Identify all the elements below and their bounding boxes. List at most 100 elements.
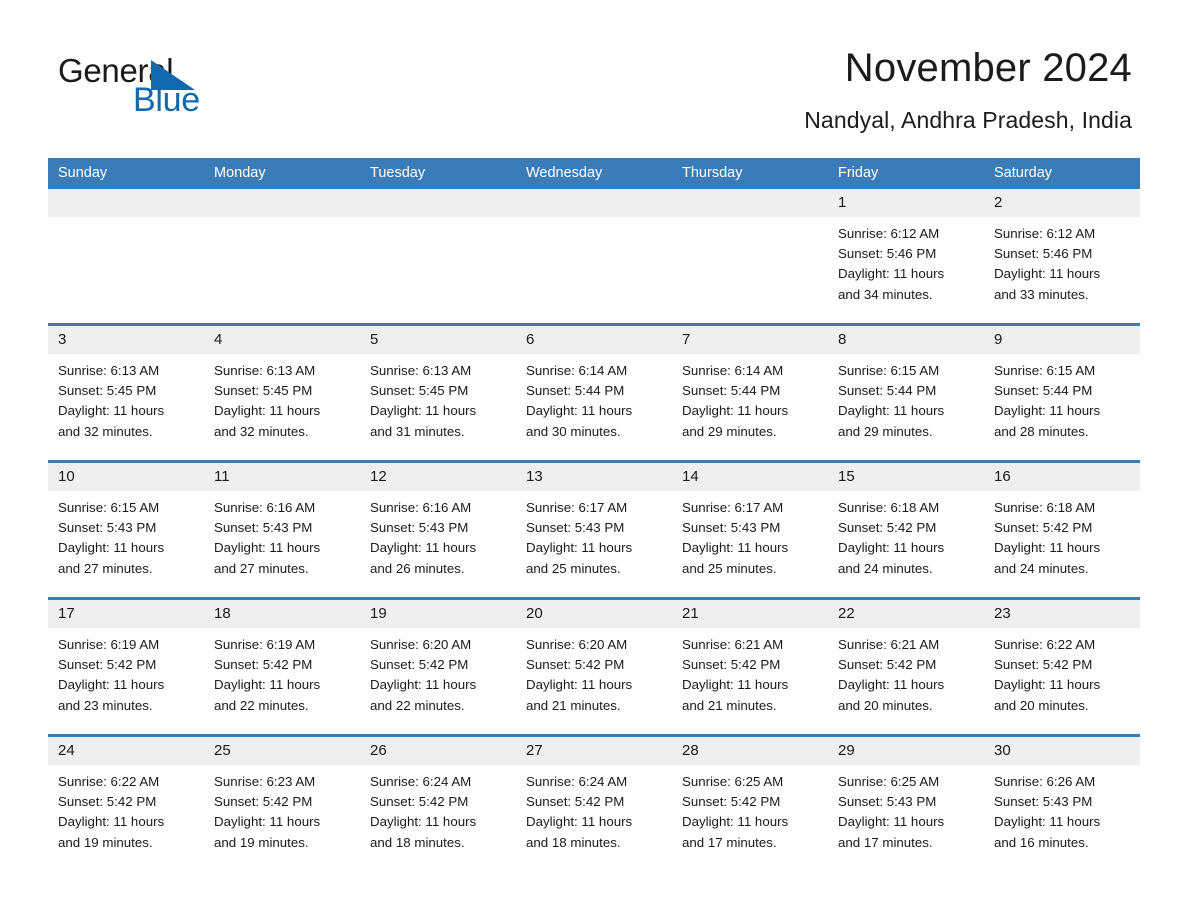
daylight-text: and 17 minutes. [838, 834, 933, 850]
day-details: Sunrise: 6:21 AM Sunset: 5:42 PM Daylight:… [672, 628, 828, 716]
daylight-text: Daylight: 11 hours [682, 540, 789, 556]
sunrise-text: Sunrise: 6:17 AM [526, 500, 628, 515]
daylight-text: Daylight: 11 hours [682, 677, 789, 693]
calendar-day-cell[interactable]: 13 Sunrise: 6:17 AM Sunset: 5:43 PM Dayligh… [516, 463, 672, 597]
day-number: 1 [828, 189, 984, 217]
calendar-day-cell[interactable]: 6 Sunrise: 6:14 AM Sunset: 5:44 PM Daylight… [516, 326, 672, 460]
calendar-day-cell[interactable]: 8 Sunrise: 6:15 AM Sunset: 5:44 PM Daylight… [828, 326, 984, 460]
calendar-day-cell[interactable]: 9 Sunrise: 6:15 AM Sunset: 5:44 PM Daylight… [984, 326, 1140, 460]
daylight-text: and 19 minutes. [58, 834, 153, 850]
day-details: Sunrise: 6:22 AM Sunset: 5:42 PM Daylight:… [48, 765, 204, 853]
daylight-text: Daylight: 11 hours [58, 677, 165, 693]
daylight-text: Daylight: 11 hours [682, 403, 789, 419]
calendar-grid: Sunday Monday Tuesday Wednesday Thursday Frid… [48, 158, 1140, 871]
generalblue-logo[interactable]: General Blue [58, 52, 278, 120]
calendar-day-cell[interactable]: 3 Sunrise: 6:13 AM Sunset: 5:45 PM Daylight… [48, 326, 204, 460]
day-details: Sunrise: 6:13 AM Sunset: 5:45 PM Daylight:… [204, 354, 360, 442]
daylight-text: Daylight: 11 hours [838, 677, 945, 693]
calendar-day-cell[interactable]: 15 Sunrise: 6:18 AM Sunset: 5:42 PM Dayligh… [828, 463, 984, 597]
calendar-week-row: 24 Sunrise: 6:22 AM Sunset: 5:42 PM Dayligh… [48, 734, 1140, 871]
weekday-header-monday: Monday [214, 165, 266, 181]
calendar-day-cell[interactable]: 23 Sunrise: 6:22 AM Sunset: 5:42 PM Dayligh… [984, 600, 1140, 734]
calendar-day-cell[interactable]: 25 Sunrise: 6:23 AM Sunset: 5:42 PM Dayligh… [204, 737, 360, 871]
day-number: 12 [360, 463, 516, 491]
calendar-day-cell[interactable]: 7 Sunrise: 6:14 AM Sunset: 5:44 PM Daylight… [672, 326, 828, 460]
sunset-text: Sunset: 5:44 PM [994, 383, 1093, 399]
day-number: 18 [204, 600, 360, 628]
calendar-day-cell[interactable]: 2 Sunrise: 6:12 AM Sunset: 5:46 PM Daylight… [984, 189, 1140, 323]
daylight-text: Daylight: 11 hours [370, 540, 477, 556]
calendar-day-cell[interactable]: 10 Sunrise: 6:15 AM Sunset: 5:43 PM Dayligh… [48, 463, 204, 597]
calendar-weeks: 1 Sunrise: 6:12 AM Sunset: 5:46 PM Daylight… [48, 189, 1140, 871]
calendar-day-cell-empty [48, 189, 204, 323]
day-number: 10 [48, 463, 204, 491]
sunset-text: Sunset: 5:43 PM [214, 520, 313, 536]
calendar-day-cell[interactable]: 16 Sunrise: 6:18 AM Sunset: 5:42 PM Dayligh… [984, 463, 1140, 597]
logo-text-blue: Blue [133, 81, 200, 119]
calendar-day-cell[interactable]: 18 Sunrise: 6:19 AM Sunset: 5:42 PM Dayligh… [204, 600, 360, 734]
daylight-text: Daylight: 11 hours [526, 677, 633, 693]
day-details: Sunrise: 6:14 AM Sunset: 5:44 PM Daylight:… [672, 354, 828, 442]
daylight-text: Daylight: 11 hours [994, 677, 1101, 693]
daylight-text: and 21 minutes. [526, 697, 621, 713]
sunset-text: Sunset: 5:43 PM [370, 520, 469, 536]
sunset-text: Sunset: 5:42 PM [370, 657, 469, 673]
calendar-day-cell[interactable]: 17 Sunrise: 6:19 AM Sunset: 5:42 PM Dayligh… [48, 600, 204, 734]
daylight-text: Daylight: 11 hours [214, 814, 321, 830]
daylight-text: Daylight: 11 hours [838, 266, 945, 282]
day-number: 21 [672, 600, 828, 628]
calendar-day-cell[interactable]: 28 Sunrise: 6:25 AM Sunset: 5:42 PM Dayligh… [672, 737, 828, 871]
calendar-day-cell[interactable]: 26 Sunrise: 6:24 AM Sunset: 5:42 PM Dayligh… [360, 737, 516, 871]
day-number: 22 [828, 600, 984, 628]
daylight-text: Daylight: 11 hours [526, 403, 633, 419]
day-details [516, 217, 672, 224]
calendar-day-cell[interactable]: 14 Sunrise: 6:17 AM Sunset: 5:43 PM Dayligh… [672, 463, 828, 597]
daylight-text: and 19 minutes. [214, 834, 309, 850]
daylight-text: Daylight: 11 hours [58, 403, 165, 419]
daylight-text: and 25 minutes. [526, 560, 621, 576]
sunset-text: Sunset: 5:44 PM [682, 383, 781, 399]
day-number [360, 189, 516, 217]
sunrise-text: Sunrise: 6:19 AM [214, 637, 316, 652]
daylight-text: Daylight: 11 hours [214, 540, 321, 556]
calendar-week-row: 10 Sunrise: 6:15 AM Sunset: 5:43 PM Dayligh… [48, 460, 1140, 597]
sunrise-text: Sunrise: 6:13 AM [58, 363, 160, 378]
calendar-day-cell[interactable]: 4 Sunrise: 6:13 AM Sunset: 5:45 PM Daylight… [204, 326, 360, 460]
sunrise-text: Sunrise: 6:22 AM [58, 774, 160, 789]
daylight-text: and 31 minutes. [370, 423, 465, 439]
day-number: 25 [204, 737, 360, 765]
calendar-day-cell[interactable]: 21 Sunrise: 6:21 AM Sunset: 5:42 PM Dayligh… [672, 600, 828, 734]
calendar-day-cell[interactable]: 1 Sunrise: 6:12 AM Sunset: 5:46 PM Daylight… [828, 189, 984, 323]
sunrise-text: Sunrise: 6:18 AM [994, 500, 1096, 515]
day-number: 3 [48, 326, 204, 354]
calendar-week-row: 17 Sunrise: 6:19 AM Sunset: 5:42 PM Dayligh… [48, 597, 1140, 734]
day-number: 15 [828, 463, 984, 491]
sunrise-text: Sunrise: 6:17 AM [682, 500, 784, 515]
day-details: Sunrise: 6:15 AM Sunset: 5:43 PM Daylight:… [48, 491, 204, 579]
calendar-day-cell[interactable]: 30 Sunrise: 6:26 AM Sunset: 5:43 PM Dayligh… [984, 737, 1140, 871]
calendar-day-cell[interactable]: 5 Sunrise: 6:13 AM Sunset: 5:45 PM Daylight… [360, 326, 516, 460]
calendar-day-cell[interactable]: 29 Sunrise: 6:25 AM Sunset: 5:43 PM Dayligh… [828, 737, 984, 871]
sunset-text: Sunset: 5:42 PM [58, 794, 157, 810]
daylight-text: Daylight: 11 hours [994, 814, 1101, 830]
title-block: November 2024 Nandyal, Andhra Pradesh, I… [804, 44, 1132, 135]
sunset-text: Sunset: 5:42 PM [214, 794, 313, 810]
calendar-day-cell[interactable]: 11 Sunrise: 6:16 AM Sunset: 5:43 PM Dayligh… [204, 463, 360, 597]
daylight-text: and 16 minutes. [994, 834, 1089, 850]
calendar-day-cell[interactable]: 27 Sunrise: 6:24 AM Sunset: 5:42 PM Dayligh… [516, 737, 672, 871]
day-details: Sunrise: 6:24 AM Sunset: 5:42 PM Daylight:… [516, 765, 672, 853]
daylight-text: Daylight: 11 hours [214, 677, 321, 693]
weekday-header-friday: Friday [838, 165, 879, 181]
calendar-week-row: 3 Sunrise: 6:13 AM Sunset: 5:45 PM Daylight… [48, 323, 1140, 460]
daylight-text: and 20 minutes. [994, 697, 1089, 713]
day-number: 8 [828, 326, 984, 354]
calendar-day-cell[interactable]: 22 Sunrise: 6:21 AM Sunset: 5:42 PM Dayligh… [828, 600, 984, 734]
sunrise-text: Sunrise: 6:13 AM [370, 363, 472, 378]
daylight-text: and 32 minutes. [214, 423, 309, 439]
day-number: 17 [48, 600, 204, 628]
calendar-day-cell[interactable]: 24 Sunrise: 6:22 AM Sunset: 5:42 PM Dayligh… [48, 737, 204, 871]
calendar-day-cell[interactable]: 12 Sunrise: 6:16 AM Sunset: 5:43 PM Dayligh… [360, 463, 516, 597]
calendar-day-cell[interactable]: 20 Sunrise: 6:20 AM Sunset: 5:42 PM Dayligh… [516, 600, 672, 734]
calendar-day-cell[interactable]: 19 Sunrise: 6:20 AM Sunset: 5:42 PM Dayligh… [360, 600, 516, 734]
day-details: Sunrise: 6:19 AM Sunset: 5:42 PM Daylight:… [48, 628, 204, 716]
